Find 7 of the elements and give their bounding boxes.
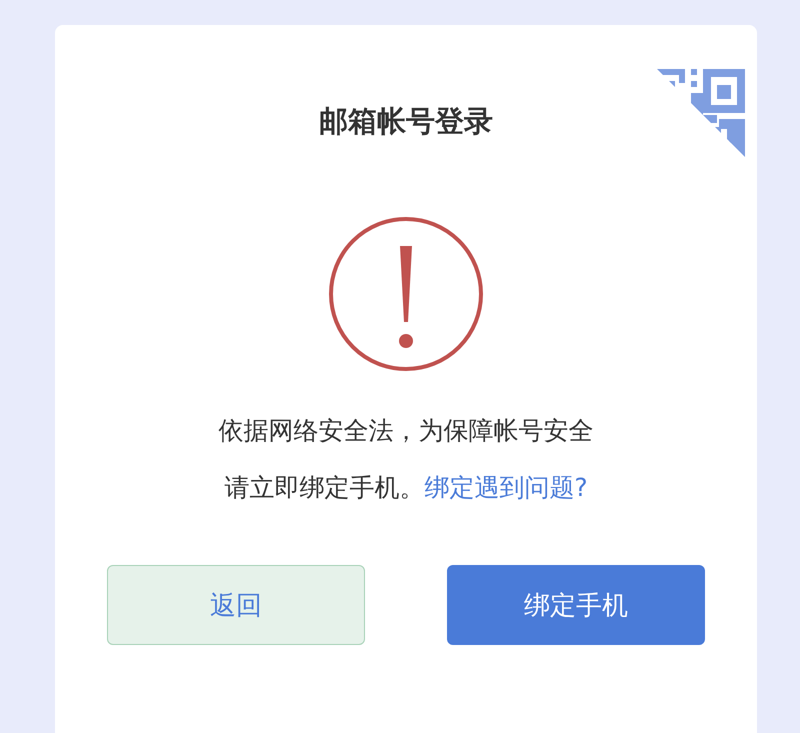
help-link[interactable]: 绑定遇到问题? [424, 473, 588, 502]
qr-code-icon[interactable] [657, 69, 745, 157]
bind-phone-button[interactable]: 绑定手机 [447, 565, 705, 645]
back-button[interactable]: 返回 [107, 565, 365, 645]
dialog-title: 邮箱帐号登录 [319, 103, 493, 139]
warning-icon [328, 216, 484, 372]
notice-text: 依据网络安全法，为保障帐号安全 请立即绑定手机。绑定遇到问题? [218, 415, 594, 504]
